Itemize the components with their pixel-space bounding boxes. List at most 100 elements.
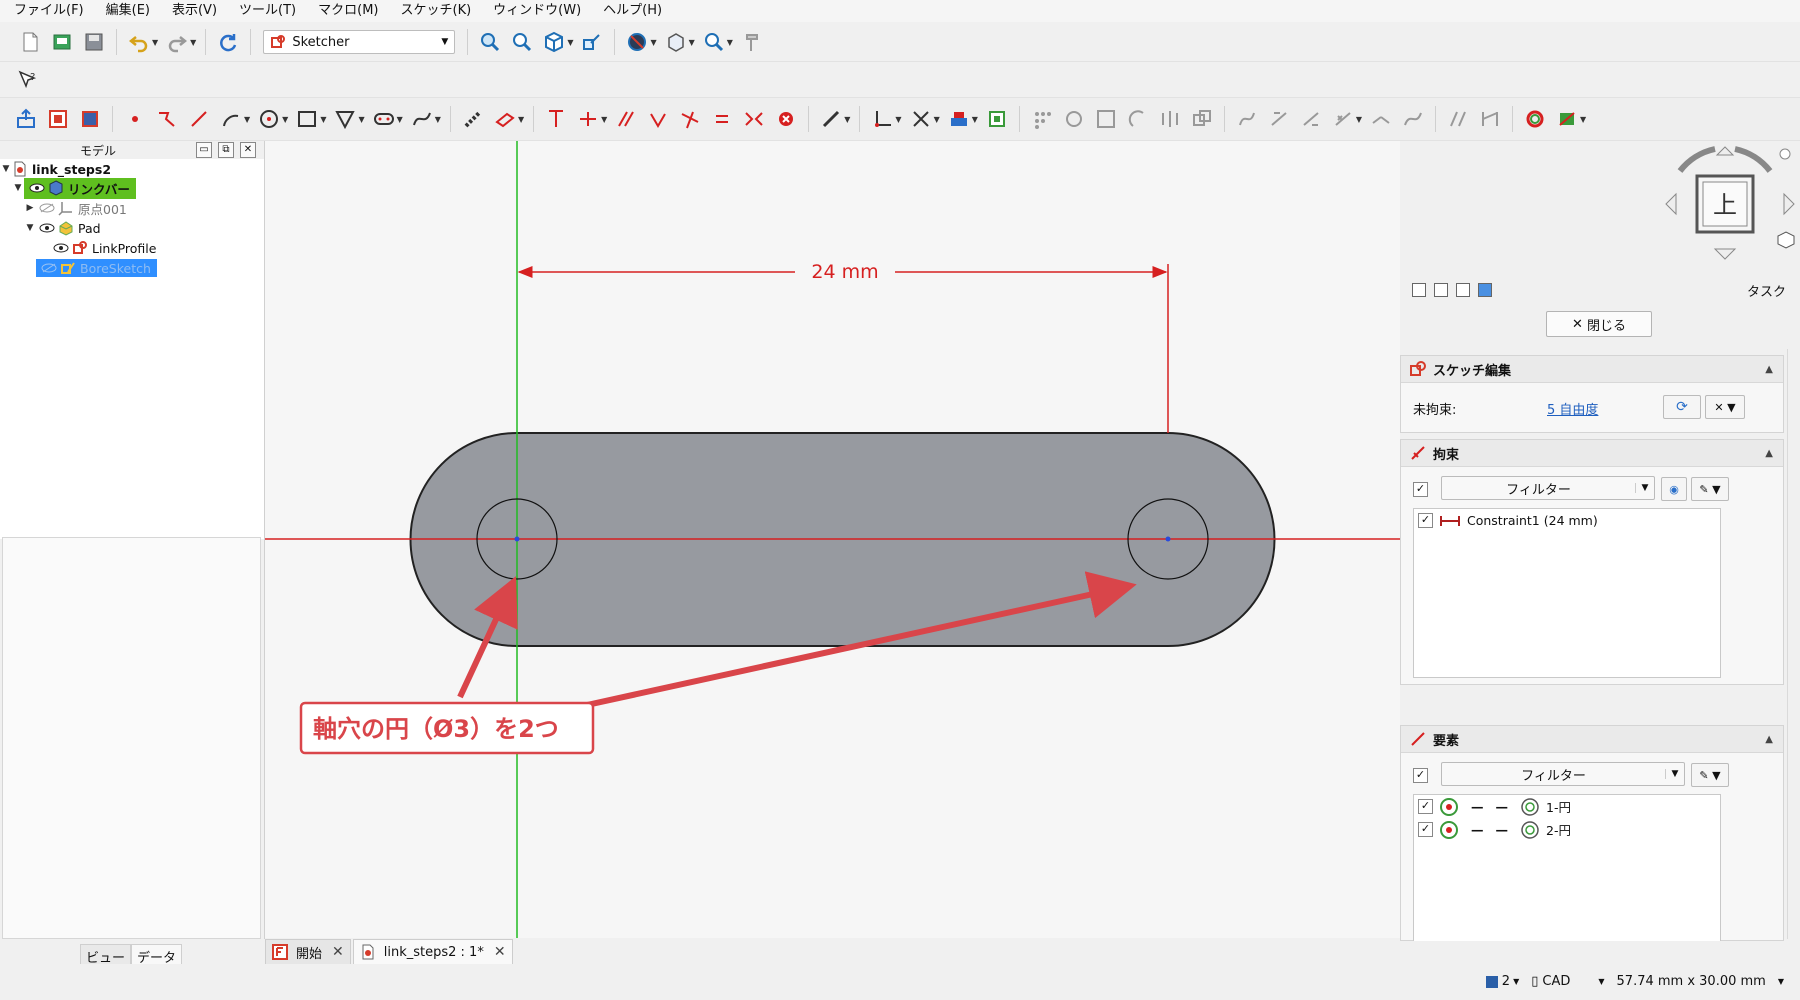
constrain-symmetric-icon[interactable] xyxy=(740,105,768,133)
sketch-edit-header[interactable]: スケッチ編集 ▲ xyxy=(1401,356,1783,383)
center-point-icon[interactable] xyxy=(1520,797,1540,817)
nav-up-icon[interactable] xyxy=(1715,146,1735,156)
sketch-render-icon[interactable] xyxy=(1553,105,1581,133)
constraints-settings-button[interactable]: ✎ ▼ xyxy=(1691,477,1729,501)
elements-select-all-checkbox[interactable]: ✓ xyxy=(1413,768,1428,783)
constrain-vertical-distance-icon[interactable] xyxy=(542,105,570,133)
end-point-icon[interactable]: — xyxy=(1496,799,1509,814)
elements-filter-select[interactable]: フィルター ▼ xyxy=(1441,762,1685,786)
center-point-2[interactable] xyxy=(1165,536,1171,542)
expand-arrow-icon[interactable]: ▼ xyxy=(24,223,36,233)
fit-selection-icon[interactable] xyxy=(508,28,536,56)
view-cube-icon[interactable] xyxy=(540,28,568,56)
polygon-tool-icon[interactable] xyxy=(331,105,359,133)
dimension-label[interactable]: 24 mm xyxy=(811,261,878,283)
nav-left-icon[interactable] xyxy=(1665,192,1677,216)
show-hide-icon[interactable] xyxy=(945,105,973,133)
navigation-cube[interactable]: 上 xyxy=(1660,141,1800,281)
constrain-parallel-icon[interactable] xyxy=(612,105,640,133)
menu-file[interactable]: ファイル(F) xyxy=(0,0,95,22)
rotate-right-icon[interactable] xyxy=(1734,146,1773,173)
auto-recompute-button[interactable]: ⟳ xyxy=(1663,395,1701,419)
close-button[interactable]: ✕ 閉じる xyxy=(1546,311,1652,337)
elements-header[interactable]: 要素 ▲ xyxy=(1401,726,1783,753)
panel-float-icon[interactable]: ▭ xyxy=(196,142,212,158)
tab-close-icon[interactable]: ✕ xyxy=(494,944,506,960)
save-icon[interactable] xyxy=(80,28,108,56)
line-tool-icon[interactable] xyxy=(185,105,213,133)
draw-style-icon[interactable] xyxy=(623,28,651,56)
increase-degree-icon[interactable] xyxy=(1265,105,1293,133)
chevron-down-icon[interactable]: ▼ xyxy=(1778,977,1784,986)
rotate-icon[interactable] xyxy=(1124,105,1152,133)
tab-start[interactable]: 開始 ✕ xyxy=(265,939,351,965)
copy-icon[interactable] xyxy=(1444,105,1472,133)
validate-sketch-icon[interactable] xyxy=(1521,105,1549,133)
list-item[interactable]: ✓ — — 1-円 xyxy=(1414,795,1720,818)
menu-edit[interactable]: 編集(E) xyxy=(95,0,161,22)
hidden-eye-icon[interactable] xyxy=(41,263,57,273)
nav-down-icon[interactable] xyxy=(1713,248,1737,260)
sketch-canvas[interactable]: 24 mm 軸穴の円（Ø3）を2つ xyxy=(265,141,1400,938)
constrain-horizontal-icon[interactable] xyxy=(574,105,602,133)
navigation-style-selector[interactable]: ▯ CAD ▼ xyxy=(1531,974,1604,989)
visibility-eye-icon[interactable] xyxy=(53,243,69,253)
leave-sketch-icon[interactable] xyxy=(12,105,40,133)
element-checkbox[interactable]: ✓ xyxy=(1418,799,1433,814)
menu-window[interactable]: ウィンドウ(W) xyxy=(482,0,592,22)
center-point-icon[interactable] xyxy=(1520,820,1540,840)
menu-tools[interactable]: ツール(T) xyxy=(228,0,307,22)
visibility-toggle-button[interactable]: ◉ xyxy=(1661,477,1687,501)
bspline-tool-icon[interactable] xyxy=(408,105,436,133)
measure-icon[interactable] xyxy=(738,28,766,56)
page-selector[interactable]: 2 ▼ xyxy=(1485,974,1519,989)
tree-item-pad[interactable]: ▼ Pad xyxy=(24,218,101,238)
settings-dropdown-button[interactable]: ✕ ▼ xyxy=(1705,395,1745,419)
external-geometry-icon[interactable] xyxy=(491,105,519,133)
end-point-icon[interactable]: — xyxy=(1496,822,1509,837)
expand-arrow-icon[interactable]: ▼ xyxy=(12,183,24,193)
center-point-1[interactable] xyxy=(514,536,520,542)
collapse-chevron-icon[interactable]: ▲ xyxy=(1765,364,1773,375)
menu-help[interactable]: ヘルプ(H) xyxy=(592,0,673,22)
refresh-icon[interactable] xyxy=(214,28,242,56)
array-icon[interactable] xyxy=(1028,105,1056,133)
menu-sketch[interactable]: スケッチ(K) xyxy=(390,0,483,22)
constrain-equal-icon[interactable] xyxy=(708,105,736,133)
layout-icon-3[interactable] xyxy=(1456,283,1470,297)
polyline-tool-icon[interactable] xyxy=(153,105,181,133)
toggle-driving-icon[interactable] xyxy=(817,105,845,133)
tree-item-boresketch[interactable]: BoreSketch xyxy=(36,258,157,278)
offset-icon[interactable] xyxy=(1060,105,1088,133)
whats-this-icon[interactable]: ? xyxy=(14,66,42,94)
start-point-icon[interactable]: — xyxy=(1471,799,1484,814)
collapse-chevron-icon[interactable]: ▲ xyxy=(1765,448,1773,459)
menu-view[interactable]: 表示(V) xyxy=(161,0,228,22)
new-document-icon[interactable] xyxy=(16,28,44,56)
rectangle-tool-icon[interactable] xyxy=(293,105,321,133)
tree-item-body[interactable]: ▼ リンクバー xyxy=(12,177,136,199)
visibility-eye-icon[interactable] xyxy=(39,223,55,233)
open-document-icon[interactable] xyxy=(48,28,76,56)
knot-multiplicity-icon[interactable] xyxy=(1329,105,1357,133)
circle-tool-icon[interactable] xyxy=(255,105,283,133)
workbench-selector[interactable]: Sketcher ▼ xyxy=(263,30,456,54)
collapse-arrow-icon[interactable]: ▶ xyxy=(24,203,36,213)
constraints-filter-select[interactable]: フィルター ▼ xyxy=(1441,476,1655,500)
constrain-perpendicular-icon[interactable] xyxy=(644,105,672,133)
layout-icon-4[interactable] xyxy=(1478,283,1492,297)
convert-icon[interactable] xyxy=(1233,105,1261,133)
view-section-icon[interactable] xyxy=(76,105,104,133)
constraint-checkbox[interactable]: ✓ xyxy=(1418,513,1433,528)
dof-link[interactable]: 5 自由度 xyxy=(1547,399,1598,418)
element-checkbox[interactable]: ✓ xyxy=(1418,822,1433,837)
undo-icon[interactable] xyxy=(125,28,153,56)
edge-icon[interactable] xyxy=(1439,797,1459,817)
arc-tool-icon[interactable] xyxy=(217,105,245,133)
trim-icon[interactable] xyxy=(907,105,935,133)
sketch-view[interactable]: 24 mm 軸穴の円（Ø3）を2つ xyxy=(265,141,1400,938)
move-icon[interactable] xyxy=(1476,105,1504,133)
construction-mode-icon[interactable] xyxy=(459,105,487,133)
rotate-left-icon[interactable] xyxy=(1677,146,1716,173)
constraints-select-all-checkbox[interactable]: ✓ xyxy=(1413,482,1428,497)
